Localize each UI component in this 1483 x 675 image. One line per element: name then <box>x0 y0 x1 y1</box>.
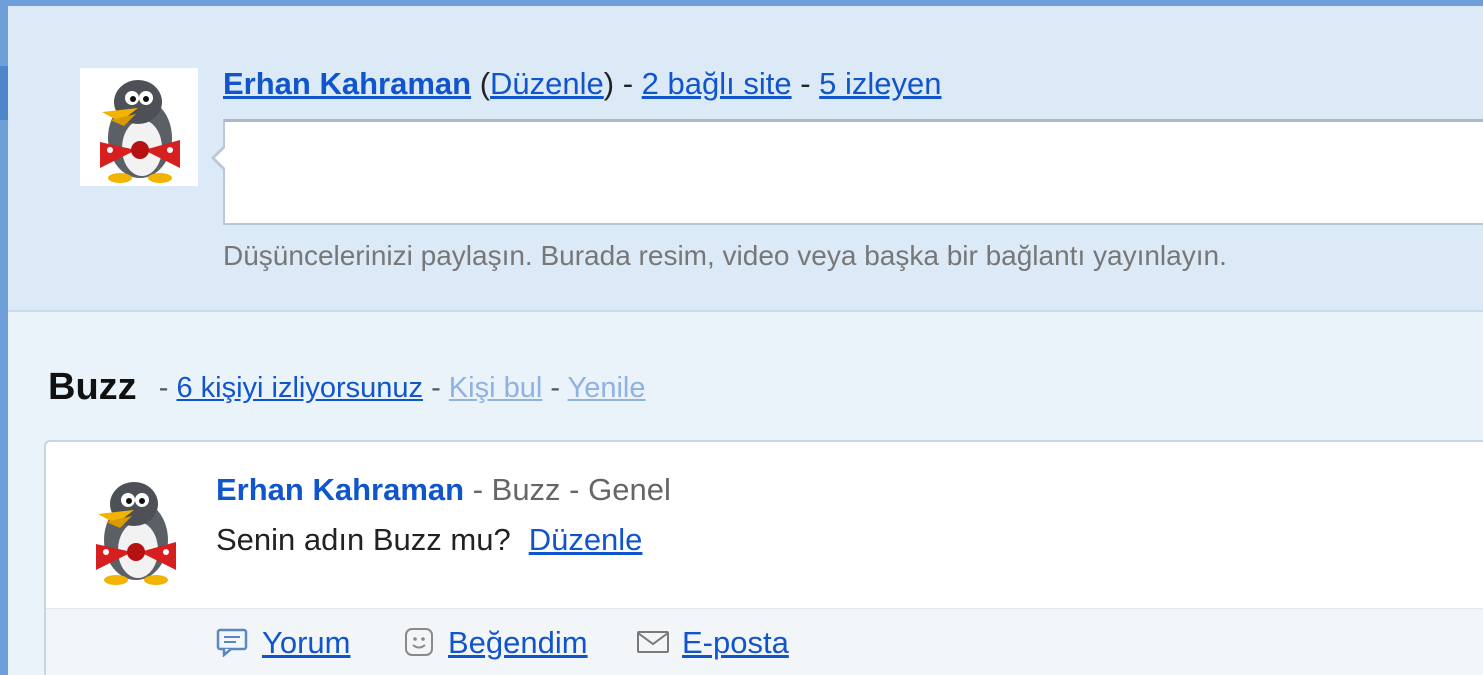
comment-action[interactable]: Yorum <box>216 625 350 661</box>
buzz-separator: - <box>423 372 449 404</box>
buzz-title: Buzz <box>48 366 137 408</box>
post-action-bar: Yorum Beğendim E-posta <box>46 608 1483 675</box>
edit-profile-link[interactable]: Düzenle <box>490 66 604 101</box>
penguin-avatar-icon <box>100 80 180 183</box>
meta-separator: - <box>464 472 492 507</box>
post-visibility: Genel <box>588 472 671 507</box>
buzz-post: Erhan Kahraman - Buzz - Genel Senin adın… <box>44 440 1483 675</box>
left-tab-indicator <box>0 66 8 120</box>
penguin-avatar-icon <box>96 482 176 585</box>
followers-link[interactable]: 5 izleyen <box>819 66 941 101</box>
post-body: Senin adın Buzz mu? <box>216 522 511 557</box>
buzz-separator: - <box>542 372 568 404</box>
following-link[interactable]: 6 kişiyi izliyorsunuz <box>176 372 423 404</box>
compose-hint: Düşüncelerinizi paylaşın. Burada resim, … <box>223 240 1227 271</box>
comment-icon <box>216 627 250 657</box>
header-separator: - <box>791 66 820 101</box>
email-label[interactable]: E-posta <box>682 625 789 660</box>
smiley-icon <box>402 627 436 657</box>
header-separator: - <box>614 66 642 101</box>
post-edit-link[interactable]: Düzenle <box>529 522 643 557</box>
compose-area: Erhan Kahraman (Düzenle) - 2 bağlı site … <box>8 6 1483 312</box>
linked-sites-link[interactable]: 2 bağlı site <box>642 66 792 101</box>
post-source: Buzz <box>491 472 561 507</box>
buzz-header: Buzz - 6 kişiyi izliyorsunuz - Kişi bul … <box>48 366 646 409</box>
user-name-link[interactable]: Erhan Kahraman <box>223 66 471 101</box>
paren-open: ( <box>479 66 491 101</box>
find-people-link[interactable]: Kişi bul <box>449 372 543 404</box>
compose-header: Erhan Kahraman (Düzenle) - 2 bağlı site … <box>223 66 942 102</box>
like-label[interactable]: Beğendim <box>448 625 588 660</box>
post-author-link[interactable]: Erhan Kahraman <box>216 472 464 507</box>
compose-input[interactable] <box>211 119 1483 225</box>
post-meta: Erhan Kahraman - Buzz - Genel <box>216 472 671 508</box>
comment-label[interactable]: Yorum <box>262 625 350 660</box>
refresh-link[interactable]: Yenile <box>568 372 646 404</box>
like-action[interactable]: Beğendim <box>402 625 588 661</box>
envelope-icon <box>636 627 670 657</box>
post-text: Senin adın Buzz mu? Düzenle <box>216 522 642 558</box>
meta-separator: - <box>560 472 589 507</box>
post-author-avatar[interactable] <box>76 470 194 588</box>
user-avatar[interactable] <box>80 68 198 186</box>
paren-close: ) <box>603 66 615 101</box>
buzz-separator: - <box>150 372 177 404</box>
email-action[interactable]: E-posta <box>636 625 789 661</box>
